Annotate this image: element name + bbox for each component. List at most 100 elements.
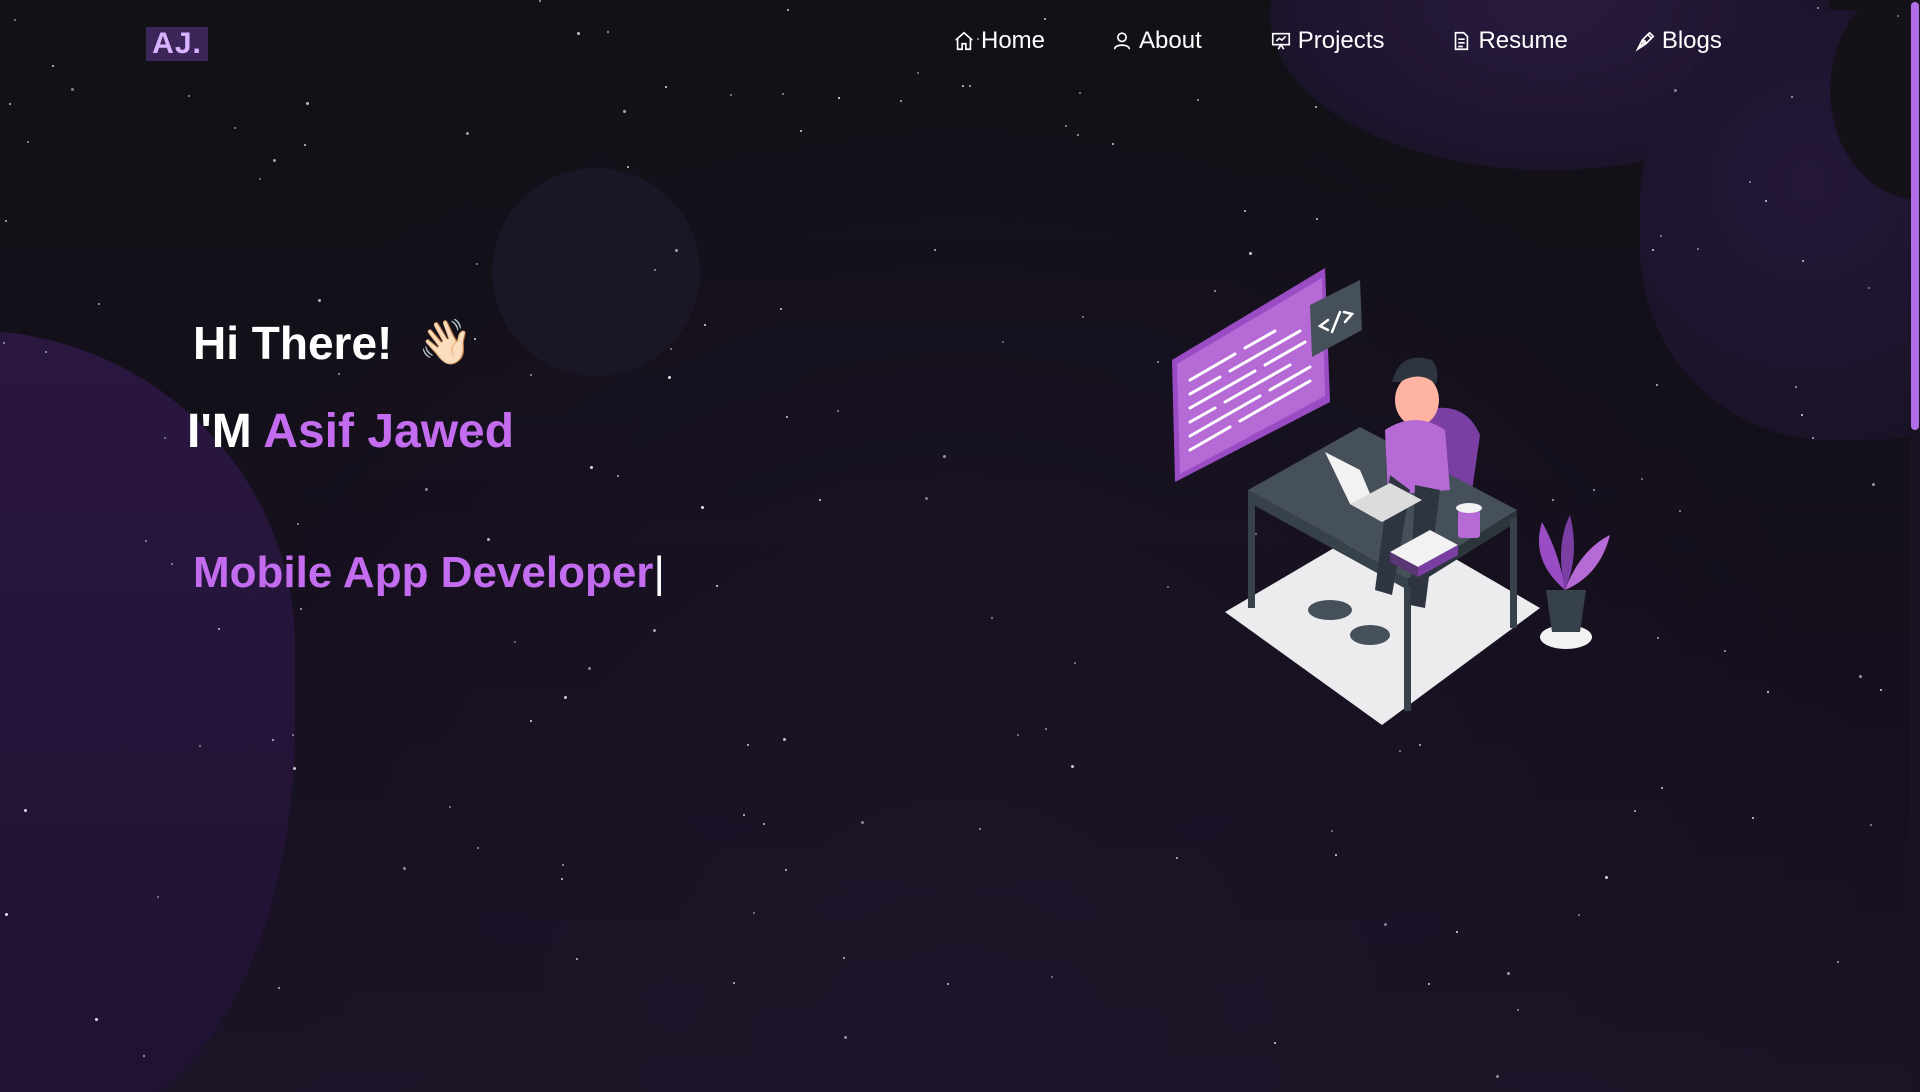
star [1801, 414, 1803, 416]
star [1456, 931, 1458, 933]
scrollbar[interactable] [1910, 0, 1920, 1092]
nav-item-resume[interactable]: Resume [1450, 24, 1568, 58]
star [1697, 248, 1699, 250]
star [1074, 662, 1076, 664]
star [561, 878, 563, 880]
nav-item-label: Resume [1478, 27, 1568, 54]
document-icon [1455, 31, 1469, 51]
star [466, 132, 469, 135]
star [1859, 675, 1862, 678]
star [1315, 106, 1317, 108]
star [95, 1018, 98, 1021]
star [157, 896, 159, 898]
star [449, 806, 451, 808]
star [1082, 316, 1084, 318]
star [564, 696, 567, 699]
star [588, 667, 591, 670]
star [782, 93, 784, 95]
code-window [1172, 268, 1330, 482]
star [1661, 787, 1663, 789]
intro-prefix: I'M [187, 405, 264, 458]
star [1274, 1042, 1276, 1044]
star [9, 103, 11, 105]
greeting-heading: Hi There! 👋🏻 [193, 316, 473, 370]
star [1507, 972, 1510, 975]
star [530, 374, 532, 376]
nav-menu: Home About Projects Resume Blogs [950, 24, 1722, 58]
star [653, 629, 656, 632]
intro-heading: I'M Asif Jawed [187, 404, 514, 459]
star [947, 983, 949, 985]
scrollbar-thumb[interactable] [1911, 2, 1919, 430]
star [1657, 637, 1659, 639]
star [861, 821, 864, 824]
star [1045, 728, 1047, 730]
star [1795, 386, 1797, 388]
star [306, 102, 309, 105]
star [1017, 734, 1019, 736]
star [991, 617, 993, 619]
star [1496, 1075, 1499, 1078]
nav-item-home[interactable]: Home [953, 24, 1045, 58]
star [530, 720, 532, 722]
star [3, 342, 5, 344]
star [1316, 218, 1318, 220]
star [1634, 810, 1636, 812]
star [730, 94, 732, 96]
star [273, 159, 276, 162]
star [1419, 744, 1421, 746]
nav-item-about[interactable]: About [1111, 24, 1202, 58]
nav-item-blogs[interactable]: Blogs [1634, 24, 1722, 58]
star [1767, 691, 1769, 693]
star [1077, 134, 1079, 136]
star [27, 141, 29, 143]
star [844, 1036, 847, 1039]
star [943, 455, 946, 458]
star [1812, 437, 1814, 439]
star [654, 269, 656, 271]
star [785, 869, 787, 871]
star [1517, 1009, 1519, 1011]
star [819, 499, 821, 501]
star [145, 540, 147, 542]
star [71, 88, 74, 91]
star [623, 110, 626, 113]
star [171, 563, 173, 565]
potted-plant [1538, 515, 1610, 649]
hero-name: Asif Jawed [263, 405, 515, 458]
nav-item-projects[interactable]: Projects [1270, 24, 1384, 58]
star [1578, 914, 1580, 916]
star [837, 410, 839, 412]
greeting-text: Hi There! [193, 317, 393, 369]
star [979, 828, 981, 830]
star [1605, 876, 1608, 879]
star [259, 178, 261, 180]
star [278, 987, 280, 989]
nav-item-label: Blogs [1661, 27, 1722, 54]
star [925, 497, 928, 500]
star [1331, 830, 1333, 832]
star [800, 130, 802, 132]
star [1065, 125, 1067, 127]
star [338, 373, 340, 375]
star [753, 912, 755, 914]
star [900, 100, 902, 102]
star [562, 864, 564, 866]
star [1176, 857, 1178, 859]
star [786, 416, 788, 418]
star [1197, 99, 1199, 101]
star [838, 97, 840, 99]
star [164, 437, 166, 439]
star [1051, 976, 1053, 978]
star [304, 144, 306, 146]
star [668, 376, 671, 379]
star [743, 814, 745, 816]
star [1749, 181, 1751, 183]
star [716, 585, 718, 587]
star [1249, 252, 1252, 255]
star [98, 303, 100, 305]
star [1071, 765, 1074, 768]
star [1837, 961, 1839, 963]
star [670, 348, 672, 350]
logo[interactable]: AJ. [146, 27, 208, 61]
